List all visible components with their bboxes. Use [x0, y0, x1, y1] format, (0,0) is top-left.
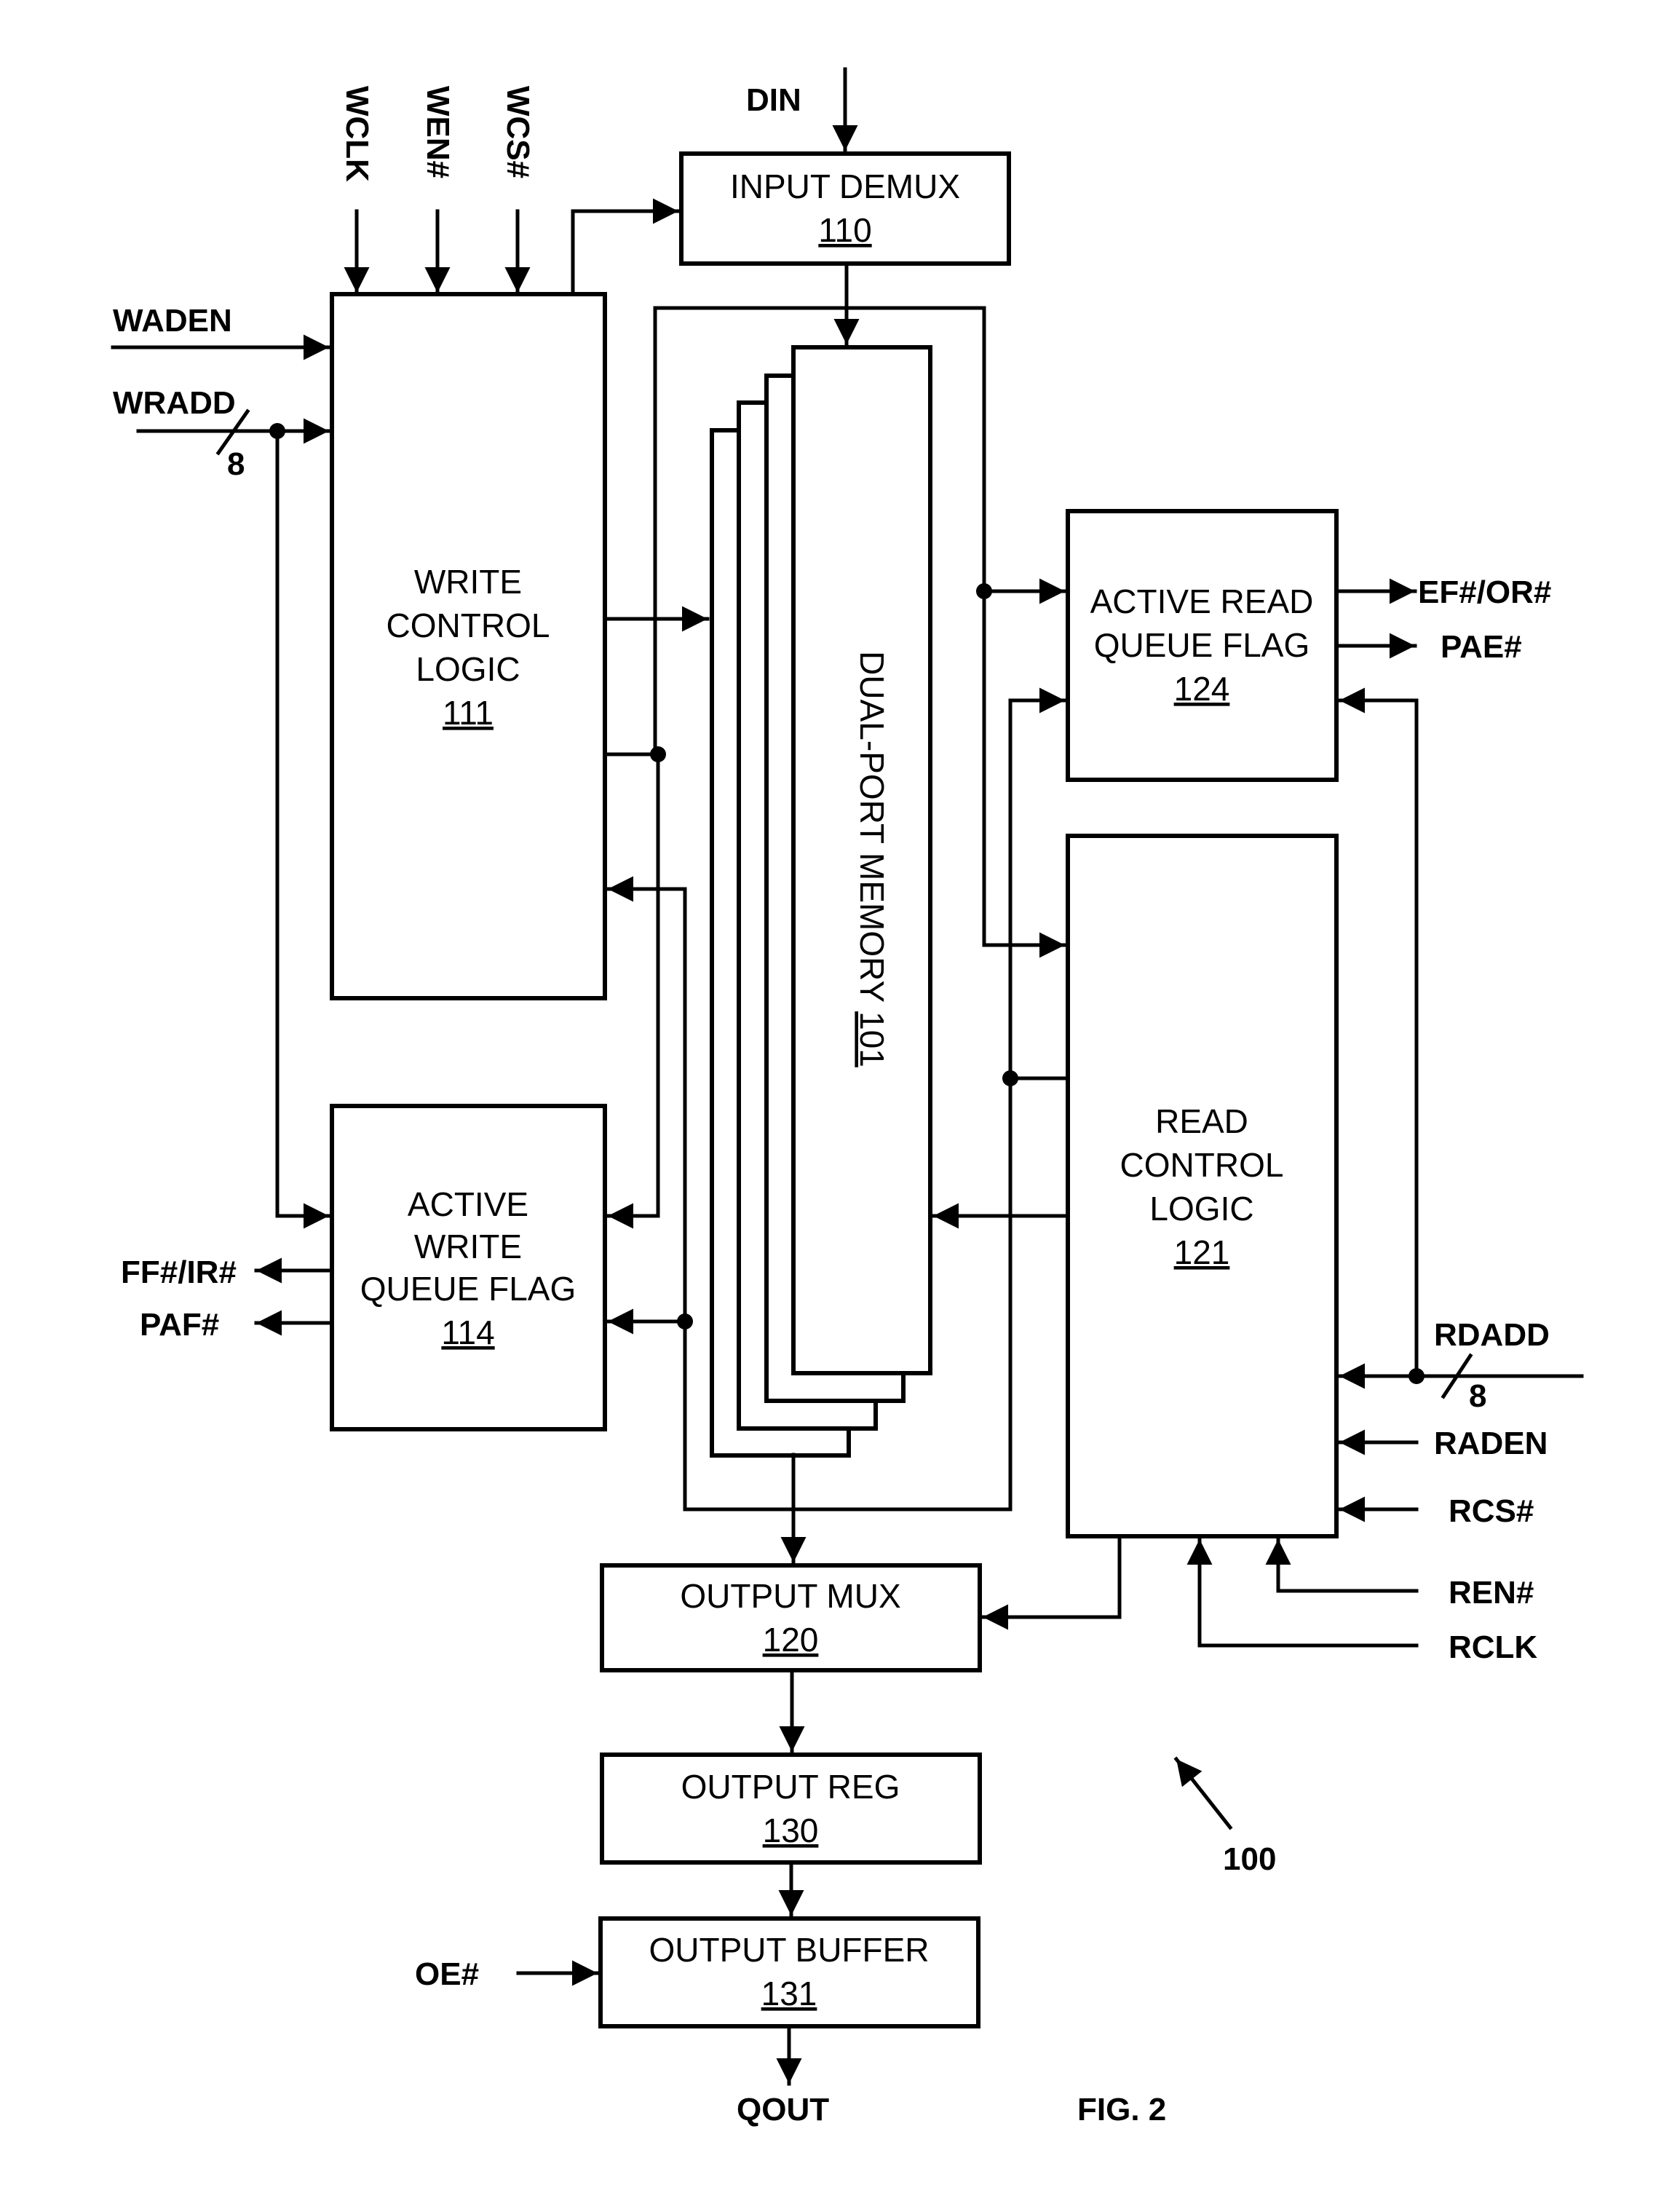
signal-label-rclk: RCLK [1449, 1629, 1537, 1665]
signal-label-paf: PAF# [140, 1307, 219, 1343]
junction-dot-read-flag [976, 583, 992, 599]
memory-label: DUAL-PORT MEMORY 101 [853, 651, 891, 1067]
write-control-line-2: CONTROL [387, 606, 550, 644]
signal-label-ren: REN# [1449, 1575, 1534, 1611]
junction-dot-read-control [1002, 1070, 1018, 1086]
signal-label-oe: OE# [415, 1956, 479, 1992]
fifo-block-diagram: WCLK WEN# WCS# WADEN WRADD 8 WRITE CONTR… [111, 67, 1584, 2127]
signal-label-din: DIN [746, 82, 801, 118]
signal-label-wradd: WRADD [113, 385, 236, 421]
wire-wradd-to-write-flag [275, 429, 331, 1229]
wire-write-control-to-demux [571, 198, 681, 296]
active-write-queue-flag-block[interactable]: ACTIVE WRITE QUEUE FLAG 114 [330, 1104, 607, 1431]
wire-read-control-to-output-mux [980, 1534, 1122, 1630]
junction-dot-write-flag [677, 1313, 693, 1329]
signal-label-wclk: WCLK [339, 86, 375, 182]
wire-loop-to-write-flag [606, 752, 660, 1229]
signal-label-waden: WADEN [113, 303, 232, 339]
wire-rdadd-to-read-flag [1337, 687, 1419, 1378]
write-control-ref: 111 [443, 694, 494, 732]
write-control-line-3: LOGIC [416, 650, 520, 688]
active-read-queue-flag-block[interactable]: ACTIVE READ QUEUE FLAG 124 [1066, 509, 1339, 782]
dual-port-memory-block[interactable]: DUAL-PORT MEMORY 101 [710, 345, 932, 1458]
read-control-line-3: LOGIC [1149, 1190, 1253, 1228]
bus-width-rdadd: 8 [1469, 1378, 1486, 1414]
signal-label-ff-ir: FF#/IR# [121, 1254, 237, 1290]
output-mux-block[interactable]: OUTPUT MUX 120 [600, 1563, 982, 1672]
read-control-ref: 121 [1174, 1233, 1230, 1271]
signal-label-ef-or: EF#/OR# [1418, 574, 1551, 610]
input-demux-block[interactable]: INPUT DEMUX 110 [679, 151, 1011, 266]
output-buffer-label: OUTPUT BUFFER [649, 1931, 929, 1969]
write-control-line-1: WRITE [414, 563, 522, 601]
signal-label-qout: QOUT [737, 2092, 829, 2127]
output-mux-ref: 120 [763, 1621, 819, 1659]
write-flag-line-3: QUEUE FLAG [360, 1270, 576, 1308]
wire-ren [1265, 1537, 1419, 1593]
read-control-line-2: CONTROL [1120, 1146, 1284, 1184]
read-flag-ref: 124 [1174, 670, 1230, 708]
input-demux-label: INPUT DEMUX [730, 167, 960, 205]
figure-reference-number: 100 [1223, 1841, 1276, 1877]
reference-pointer-arrow [1173, 1756, 1233, 1830]
output-buffer-ref: 131 [761, 1975, 817, 2012]
write-flag-ref: 114 [441, 1313, 494, 1351]
signal-label-rcs: RCS# [1449, 1493, 1534, 1529]
write-flag-line-1: ACTIVE [408, 1185, 528, 1223]
signal-label-rdadd: RDADD [1434, 1317, 1550, 1353]
figure-label: FIG. 2 [1077, 2092, 1166, 2127]
signal-label-raden: RADEN [1434, 1426, 1548, 1461]
output-reg-block[interactable]: OUTPUT REG 130 [600, 1753, 982, 1865]
signal-label-pae: PAE# [1441, 629, 1522, 665]
read-flag-line-1: ACTIVE READ [1090, 582, 1314, 620]
output-mux-label: OUTPUT MUX [680, 1577, 900, 1615]
bus-width-wradd: 8 [227, 446, 245, 482]
read-control-line-1: READ [1155, 1102, 1248, 1140]
read-control-logic-block[interactable]: READ CONTROL LOGIC 121 [1066, 834, 1339, 1538]
output-reg-ref: 130 [763, 1811, 819, 1849]
signal-label-wen: WEN# [420, 86, 456, 178]
output-reg-label: OUTPUT REG [681, 1768, 900, 1806]
input-demux-ref: 110 [818, 211, 871, 249]
signal-label-wcs: WCS# [500, 86, 536, 178]
output-buffer-block[interactable]: OUTPUT BUFFER 131 [598, 1916, 980, 2028]
write-control-logic-block[interactable]: WRITE CONTROL LOGIC 111 [330, 292, 607, 1000]
read-flag-line-2: QUEUE FLAG [1094, 626, 1310, 664]
write-flag-line-2: WRITE [414, 1228, 522, 1265]
